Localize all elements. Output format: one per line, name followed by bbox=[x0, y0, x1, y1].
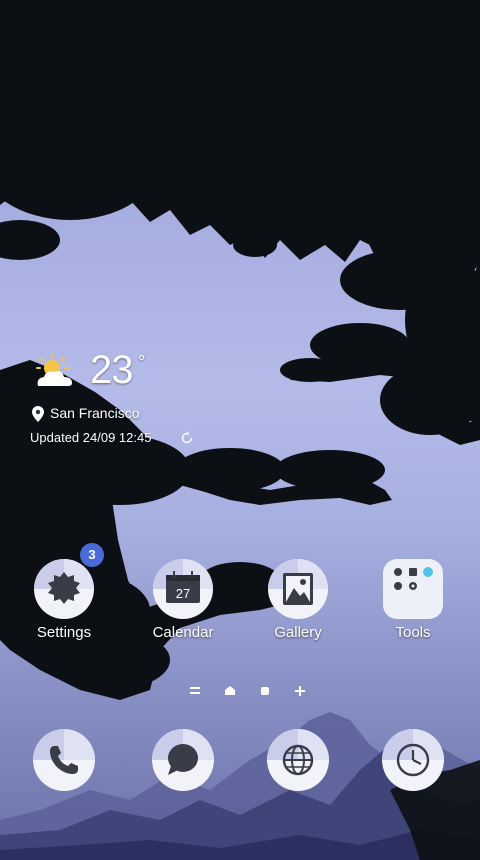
page-dot-icon[interactable] bbox=[256, 682, 274, 700]
app-gallery[interactable]: Gallery bbox=[250, 558, 346, 654]
home-screen: 23 ° San Francisco Updated 24/09 12:45 S… bbox=[0, 0, 480, 860]
internet-icon[interactable] bbox=[266, 728, 330, 792]
app-label-calendar: Calendar bbox=[152, 624, 214, 641]
app-label-gallery: Gallery bbox=[274, 624, 322, 641]
clock-icon[interactable] bbox=[381, 728, 445, 792]
temperature-value: 23 bbox=[90, 348, 133, 392]
weather-widget[interactable]: 23 ° San Francisco Updated 24/09 12:45 bbox=[30, 348, 250, 460]
messages-icon[interactable] bbox=[151, 728, 215, 792]
app-calendar[interactable]: 27 Calendar bbox=[135, 558, 231, 654]
refresh-icon[interactable] bbox=[180, 431, 194, 445]
gallery-icon bbox=[268, 559, 328, 619]
home-page-icon[interactable] bbox=[221, 682, 239, 700]
updated-timestamp: Updated 24/09 12:45 bbox=[30, 430, 152, 445]
app-settings[interactable]: Settings bbox=[16, 558, 112, 654]
app-label-settings: Settings bbox=[36, 624, 92, 641]
settings-icon bbox=[34, 559, 94, 619]
svg-text:27: 27 bbox=[176, 586, 190, 601]
app-label-tools: Tools bbox=[395, 624, 431, 641]
page-indicator[interactable] bbox=[186, 682, 310, 700]
partly-sunny-icon bbox=[36, 353, 72, 386]
location-pin-icon bbox=[32, 406, 44, 422]
temperature-unit: ° bbox=[138, 352, 146, 372]
tools-folder-icon bbox=[383, 559, 443, 619]
add-page-icon[interactable] bbox=[291, 682, 309, 700]
menu-page-icon[interactable] bbox=[186, 682, 204, 700]
app-tools-folder[interactable]: Tools bbox=[365, 558, 461, 654]
location-name: San Francisco bbox=[50, 405, 140, 421]
notification-badge: 3 bbox=[80, 543, 104, 567]
phone-icon[interactable] bbox=[32, 728, 96, 792]
calendar-icon: 27 bbox=[153, 559, 213, 619]
